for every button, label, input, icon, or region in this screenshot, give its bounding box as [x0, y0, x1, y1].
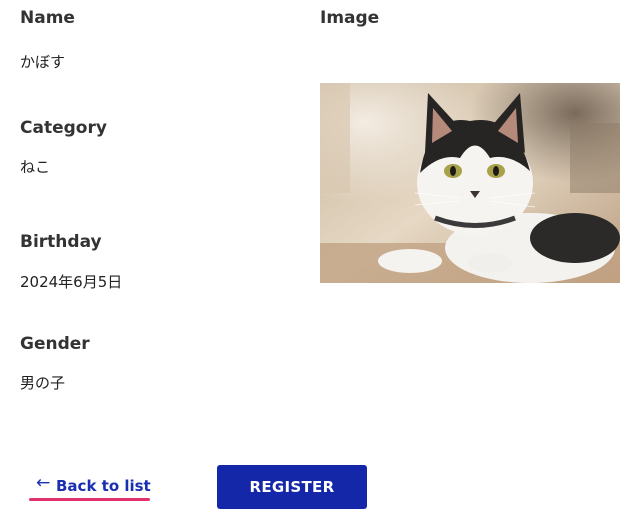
pet-photo [320, 83, 620, 283]
gender-value: 男の子 [20, 374, 66, 392]
gender-label: Gender [20, 334, 90, 354]
back-to-list-link[interactable]: ← Back to list [29, 473, 151, 502]
image-label: Image [320, 8, 380, 28]
name-label: Name [20, 8, 75, 28]
back-to-list-label: Back to list [56, 477, 151, 495]
link-underline [29, 498, 150, 501]
pet-detail-page: Name かぼす Category ねこ Birthday 2024年6月5日 … [0, 0, 625, 519]
name-value: かぼす [20, 53, 66, 71]
category-value: ねこ [20, 158, 51, 176]
category-label: Category [20, 118, 107, 138]
arrow-left-icon: ← [36, 473, 51, 493]
cat-photo-illustration [320, 83, 620, 283]
register-button[interactable]: REGISTER [217, 465, 367, 509]
birthday-label: Birthday [20, 232, 102, 252]
birthday-value: 2024年6月5日 [20, 273, 123, 291]
